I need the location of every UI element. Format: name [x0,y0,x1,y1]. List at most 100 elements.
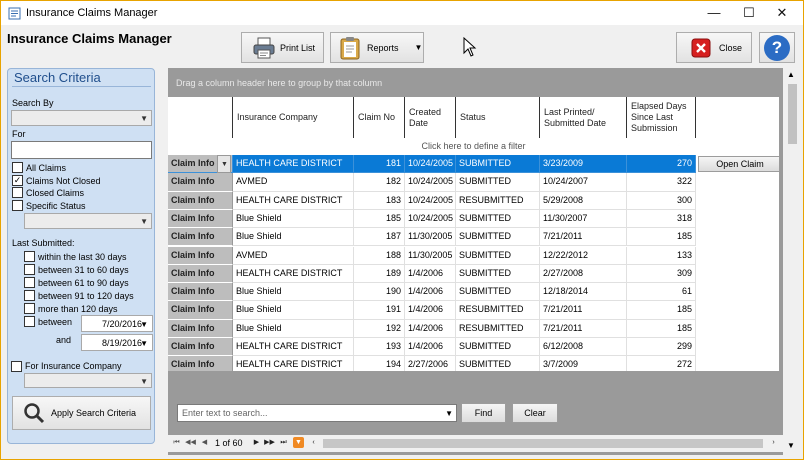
range-option-checkbox[interactable] [24,277,35,288]
table-row[interactable]: Claim Info Blue Shield 192 1/4/2006 RESUBMIT… [168,319,779,338]
scroll-left-icon[interactable]: ‹ [308,437,319,448]
cell-claim-no: 188 [354,246,405,265]
range-option-checkbox[interactable] [24,303,35,314]
chevron-down-icon[interactable]: ▼ [217,155,231,174]
cell-status: SUBMITTED [456,228,540,247]
help-button[interactable]: ? [759,32,795,63]
app-icon [8,7,21,20]
last-page-icon[interactable]: ⏭ [278,437,289,448]
close-button[interactable]: Close [676,32,752,63]
prev-group-icon[interactable]: ◀◀ [185,437,196,448]
table-row[interactable]: Claim Info AVMED 188 11/30/2005 SUBMITTED 12/… [168,246,779,265]
vertical-scrollbar[interactable]: ▲ ▼ [784,68,801,455]
grid-search-input[interactable]: Enter text to search... ▼ [177,404,457,422]
cell-last: 3/23/2009 [540,155,627,174]
claim-info-row-header[interactable]: Claim Info [168,173,233,192]
table-row[interactable]: Claim Info Blue Shield 191 1/4/2006 RESUBMIT… [168,301,779,320]
cell-created: 1/4/2006 [405,338,456,357]
window-close-button[interactable]: ✕ [759,1,804,25]
filter-funnel-icon[interactable]: ▼ [293,437,304,448]
open-claim-button[interactable]: Open Claim [698,156,779,172]
clear-button[interactable]: Clear [512,403,558,423]
reports-button[interactable]: Reports ▼ [330,32,424,63]
scroll-thumb[interactable] [788,84,797,144]
horizontal-scrollbar[interactable] [323,439,763,448]
cell-elapsed: 318 [627,209,696,229]
print-list-button[interactable]: Print List [241,32,324,63]
cell-elapsed: 270 [627,155,696,174]
clipboard-icon [340,36,360,59]
scroll-right-icon[interactable]: › [768,437,779,448]
table-row[interactable]: Claim Info HEALTH CARE DISTRICT 189 1/4/200… [168,264,779,284]
apply-search-criteria-button[interactable]: Apply Search Criteria [12,396,151,430]
cell-elapsed: 185 [627,228,696,247]
cell-status: SUBMITTED [456,283,540,302]
claim-info-row-header[interactable]: Claim Info [168,283,233,302]
table-row[interactable]: Claim Info HEALTH CARE DISTRICT 183 10/24/2… [168,191,779,210]
dropdown-arrow-icon[interactable]: ▼ [415,43,423,52]
col-header-status[interactable]: Status [456,97,539,138]
scroll-down-icon[interactable]: ▼ [787,441,795,450]
cell-last: 2/27/2008 [540,264,627,284]
cell-company: Blue Shield [233,301,354,320]
claims-grid-area: Drag a column header here to group by th… [168,68,783,455]
claim-info-row-header[interactable]: Claim Info [168,356,233,371]
cell-created: 10/24/2005 [405,191,456,210]
claim-info-row-header[interactable]: Claim Info [168,209,233,229]
claim-info-row-header[interactable]: Claim Info [168,264,233,284]
table-row[interactable]: Claim Info Blue Shield 187 11/30/2005 SUBMIT… [168,228,779,247]
chevron-down-icon: ▼ [140,376,148,386]
cell-status: SUBMITTED [456,173,540,192]
chevron-down-icon: ▼ [140,339,148,348]
cell-status: SUBMITTED [456,356,540,371]
status-option-checkbox[interactable]: ✓ [12,174,23,186]
cell-claim-no: 185 [354,209,405,229]
cell-elapsed: 185 [627,301,696,320]
range-option-label: between 31 to 60 days [38,265,129,275]
next-group-icon[interactable]: ▶▶ [264,437,275,448]
group-by-panel[interactable]: Drag a column header here to group by th… [168,68,783,97]
cell-created: 11/30/2005 [405,228,456,247]
claim-info-row-header[interactable]: Claim Info [168,246,233,265]
col-header-elapsed-days[interactable]: Elapsed Days Since Last Submission [627,97,695,138]
status-option-checkbox[interactable] [12,187,23,199]
insurance-company-select[interactable]: ▼ [24,373,152,388]
claim-info-row-header[interactable]: Claim Info [168,191,233,210]
range-option-checkbox[interactable] [24,251,35,262]
chevron-down-icon[interactable]: ▼ [445,409,453,418]
col-header-claim-no[interactable]: Claim No [354,97,404,138]
col-header-last-printed[interactable]: Last Printed/ Submitted Date [540,97,626,138]
cell-company: AVMED [233,246,354,265]
range-option-checkbox[interactable] [24,290,35,301]
cell-claim-no: 193 [354,338,405,357]
table-row[interactable]: Claim Info ▼ HEALTH CARE DISTRICT 181 10/24/… [168,155,779,174]
range-option-checkbox[interactable] [24,264,35,275]
col-header-insurance-company[interactable]: Insurance Company [233,97,353,138]
table-row[interactable]: Claim Info Blue Shield 190 1/4/2006 SUBMITTE… [168,283,779,302]
status-option-checkbox[interactable] [12,200,23,212]
date-from-picker[interactable]: 7/20/2016 ▼ [81,315,153,332]
claim-info-row-header[interactable]: Claim Info [168,319,233,338]
scroll-up-icon[interactable]: ▲ [787,70,795,79]
prev-page-icon[interactable]: ◀ [199,437,210,448]
between-checkbox[interactable] [24,316,35,327]
claim-info-row-header[interactable]: Claim Info [168,228,233,247]
reports-label: Reports [367,42,399,53]
for-input[interactable] [11,141,152,159]
specific-status-select[interactable]: ▼ [24,213,152,229]
table-row[interactable]: Claim Info AVMED 182 10/24/2005 SUBMITTED 10/… [168,173,779,192]
date-to-picker[interactable]: 8/19/2016 ▼ [81,334,153,351]
table-row[interactable]: Claim Info Blue Shield 185 10/24/2005 SUBMIT… [168,209,779,229]
claim-info-row-header[interactable]: Claim Info [168,301,233,320]
table-row[interactable]: Claim Info HEALTH CARE DISTRICT 194 2/27/20… [168,356,779,371]
find-button[interactable]: Find [461,403,506,423]
first-page-icon[interactable]: ⏮ [171,437,182,448]
filter-row[interactable]: Click here to define a filter [168,138,779,155]
table-row[interactable]: Claim Info HEALTH CARE DISTRICT 193 1/4/200… [168,338,779,357]
insurance-company-checkbox[interactable] [11,361,22,372]
next-page-icon[interactable]: ▶ [251,437,262,448]
col-header-created-date[interactable]: Created Date [405,97,455,138]
status-option-checkbox[interactable] [12,162,23,173]
claim-info-row-header[interactable]: Claim Info [168,338,233,357]
search-by-select[interactable]: ▼ [11,110,152,126]
